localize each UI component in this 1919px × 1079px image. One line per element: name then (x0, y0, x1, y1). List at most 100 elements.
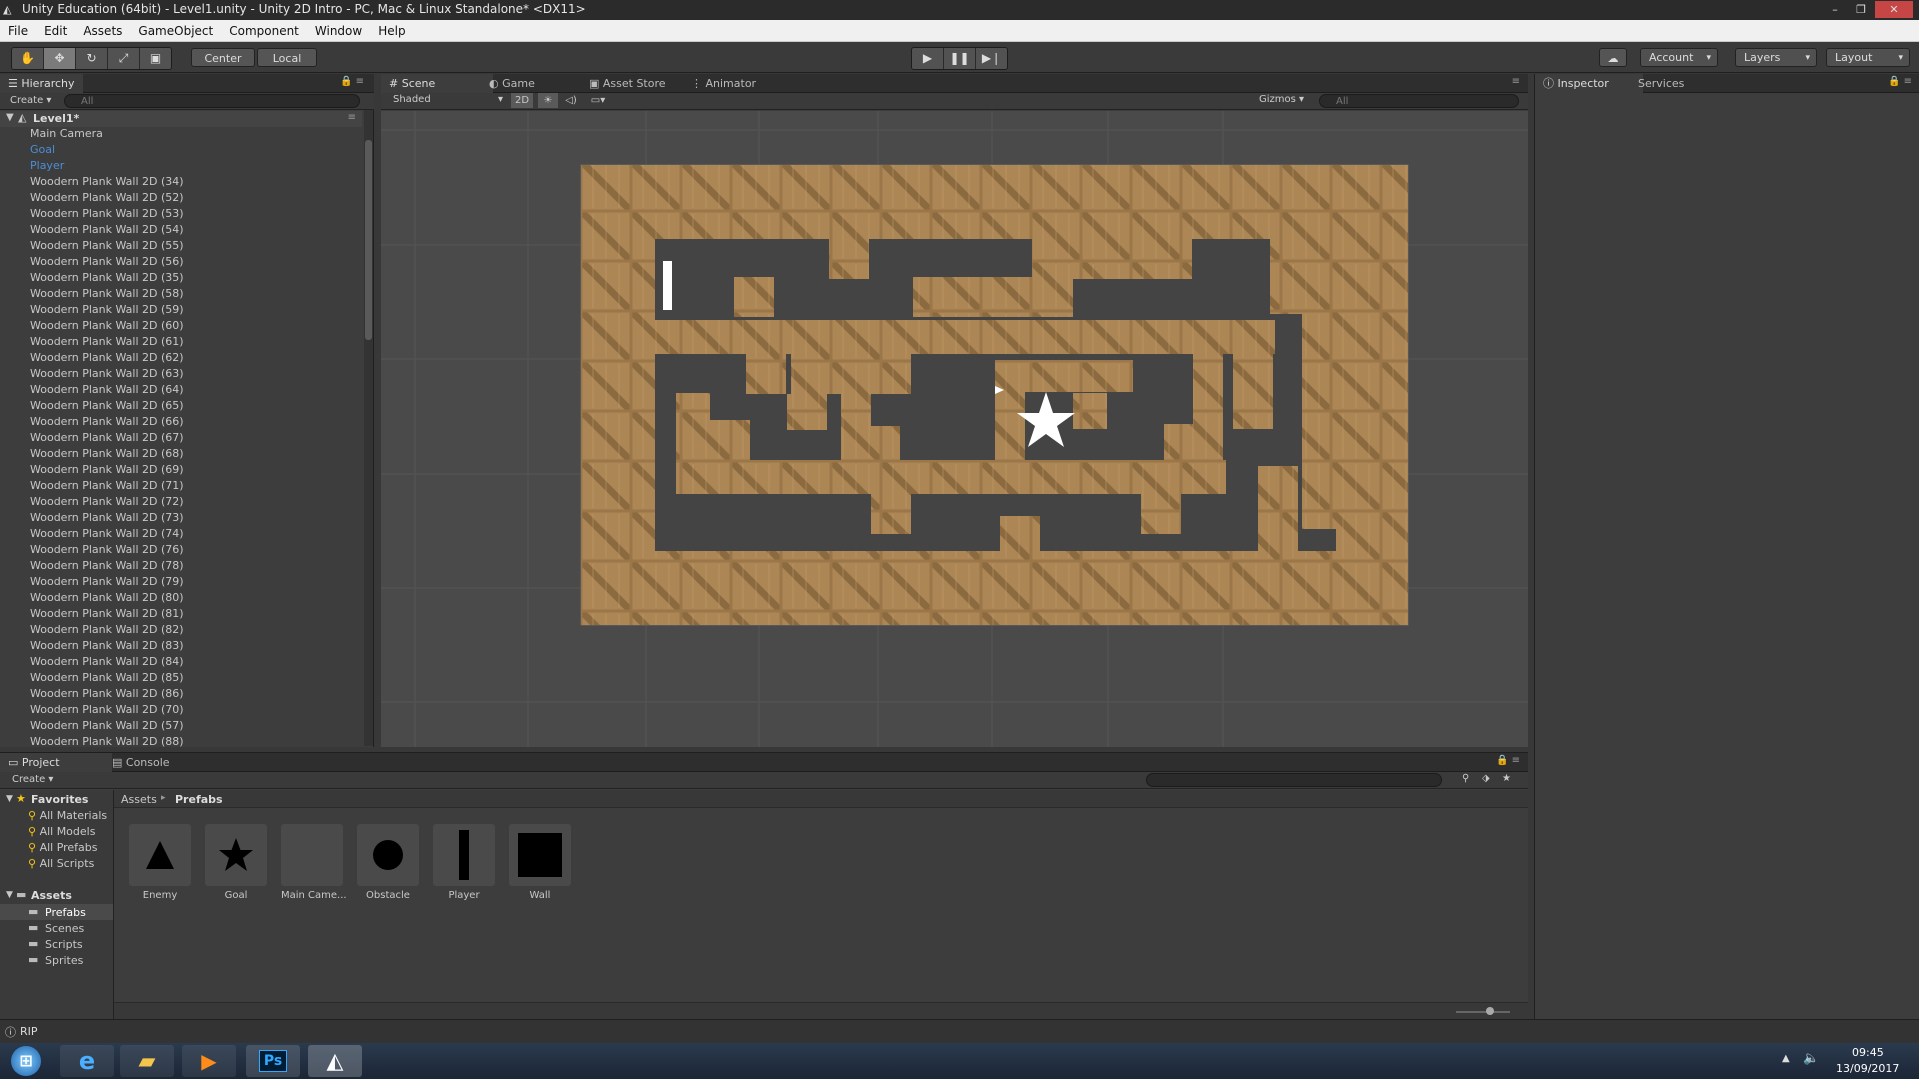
step-icon[interactable]: ▶❘ (976, 48, 1007, 69)
hierarchy-item[interactable]: Woodern Plank Wall 2D (53) (30, 207, 184, 220)
tab-animator[interactable]: ⋮ Animator (683, 74, 764, 93)
hierarchy-create-button[interactable]: Create ▾ (10, 95, 51, 106)
scene-viewport[interactable] (381, 111, 1528, 747)
pivot-center-button[interactable]: Center (191, 48, 255, 67)
media-player-icon[interactable]: ▶ (182, 1045, 236, 1077)
hierarchy-item[interactable]: Woodern Plank Wall 2D (62) (30, 351, 184, 364)
gizmos-dropdown[interactable]: Gizmos ▾ (1259, 94, 1304, 105)
hierarchy-item[interactable]: Woodern Plank Wall 2D (74) (30, 527, 184, 540)
hierarchy-item[interactable]: Woodern Plank Wall 2D (56) (30, 255, 184, 268)
hierarchy-item[interactable]: Woodern Plank Wall 2D (67) (30, 431, 184, 444)
unity-taskbar-icon[interactable]: ◭ (308, 1045, 362, 1077)
account-dropdown[interactable]: Account (1640, 48, 1718, 67)
hierarchy-item[interactable]: Woodern Plank Wall 2D (68) (30, 447, 184, 460)
pause-icon[interactable]: ❚❚ (944, 48, 976, 69)
lighting-icon[interactable]: ☀ (538, 93, 558, 108)
tab-asset-store[interactable]: ▣ Asset Store (581, 74, 674, 93)
hierarchy-item[interactable]: Woodern Plank Wall 2D (66) (30, 415, 184, 428)
tab-scene[interactable]: # Scene (381, 74, 493, 93)
folder-item[interactable]: ▬ Scenes (0, 920, 113, 936)
hierarchy-item[interactable]: Woodern Plank Wall 2D (54) (30, 223, 184, 236)
tab-hierarchy[interactable]: ☰ Hierarchy (0, 74, 83, 93)
scene-menu-icon[interactable]: ≡ (348, 112, 356, 123)
shading-dropdown[interactable]: Shaded ▾ (393, 94, 503, 105)
filter-label-icon[interactable]: ⬗ (1482, 773, 1490, 784)
folder-item[interactable]: ▬ Sprites (0, 952, 113, 968)
menu-window[interactable]: Window (307, 24, 370, 38)
hierarchy-item[interactable]: Woodern Plank Wall 2D (78) (30, 559, 184, 572)
hierarchy-item[interactable]: Woodern Plank Wall 2D (82) (30, 623, 184, 636)
asset-item[interactable]: Enemy (129, 824, 191, 901)
volume-icon[interactable]: 🔈 (1803, 1051, 1819, 1066)
rotate-tool-icon[interactable]: ↻ (76, 48, 108, 69)
menu-edit[interactable]: Edit (36, 24, 75, 38)
scale-tool-icon[interactable]: ⤢ (108, 48, 140, 69)
asset-item[interactable]: Wall (509, 824, 571, 901)
assets-arrow-icon[interactable]: ▼ (6, 890, 13, 900)
clock-date[interactable]: 13/09/2017 (1836, 1062, 1899, 1075)
layers-dropdown[interactable]: Layers (1735, 48, 1817, 67)
filter-type-icon[interactable]: ⚲ (1462, 773, 1469, 784)
pivot-local-button[interactable]: Local (257, 48, 317, 67)
player-sprite[interactable] (663, 261, 672, 310)
hand-tool-icon[interactable]: ✋ (12, 48, 44, 69)
hierarchy-item[interactable]: Woodern Plank Wall 2D (59) (30, 303, 184, 316)
hierarchy-item[interactable]: Woodern Plank Wall 2D (70) (30, 703, 184, 716)
hierarchy-item[interactable]: Woodern Plank Wall 2D (72) (30, 495, 184, 508)
hierarchy-item[interactable]: Woodern Plank Wall 2D (73) (30, 511, 184, 524)
scene-canvas[interactable] (381, 111, 1528, 747)
effects-icon[interactable]: ▭▾ (584, 93, 612, 108)
inspector-menu-icon[interactable]: 🔒 ≡ (1888, 76, 1912, 87)
asset-item[interactable]: Obstacle (357, 824, 419, 901)
hierarchy-item[interactable]: Woodern Plank Wall 2D (60) (30, 319, 184, 332)
expand-arrow-icon[interactable]: ▼ (6, 112, 14, 123)
scene-search-input[interactable]: All (1319, 94, 1519, 108)
favorites-arrow-icon[interactable]: ▼ (6, 794, 13, 804)
clock-time[interactable]: 09:45 (1852, 1046, 1884, 1059)
hierarchy-item[interactable]: Woodern Plank Wall 2D (86) (30, 687, 184, 700)
zoom-slider-thumb[interactable] (1486, 1007, 1494, 1015)
project-search-input[interactable] (1146, 773, 1442, 787)
hierarchy-item[interactable]: Woodern Plank Wall 2D (71) (30, 479, 184, 492)
2d-toggle-button[interactable]: 2D (511, 93, 533, 108)
hierarchy-item[interactable]: Woodern Plank Wall 2D (65) (30, 399, 184, 412)
play-icon[interactable]: ▶ (912, 48, 944, 69)
menu-help[interactable]: Help (370, 24, 413, 38)
hierarchy-item[interactable]: Goal (30, 143, 55, 156)
breadcrumb-prefabs[interactable]: Prefabs (175, 793, 223, 806)
favorite-item[interactable]: ⚲ All Models (28, 825, 95, 838)
hierarchy-item[interactable]: Player (30, 159, 64, 172)
photoshop-icon[interactable]: Ps (246, 1045, 300, 1077)
project-menu-icon[interactable]: 🔒 ≡ (1496, 755, 1520, 766)
tab-project[interactable]: ▭ Project (0, 753, 112, 772)
menu-assets[interactable]: Assets (75, 24, 130, 38)
hierarchy-item[interactable]: Woodern Plank Wall 2D (64) (30, 383, 184, 396)
hierarchy-item[interactable]: Woodern Plank Wall 2D (81) (30, 607, 184, 620)
file-explorer-icon[interactable]: ▰ (120, 1045, 174, 1077)
scene-root-row[interactable]: ▼ ◭ Level1* ≡ (0, 111, 362, 127)
layout-dropdown[interactable]: Layout (1826, 48, 1910, 67)
favorite-item[interactable]: ⚲ All Prefabs (28, 841, 98, 854)
hierarchy-item[interactable]: Woodern Plank Wall 2D (84) (30, 655, 184, 668)
hierarchy-item[interactable]: Woodern Plank Wall 2D (34) (30, 175, 184, 188)
hierarchy-scrollbar[interactable] (364, 110, 373, 746)
asset-item[interactable]: Goal (205, 824, 267, 901)
hierarchy-item[interactable]: Woodern Plank Wall 2D (58) (30, 287, 184, 300)
tab-game[interactable]: ◐ Game (481, 74, 543, 93)
panel-menu-icon[interactable]: 🔒 ≡ (340, 76, 364, 87)
asset-item[interactable]: Player (433, 824, 495, 901)
folder-item[interactable]: ▬ Prefabs (0, 904, 113, 920)
menu-file[interactable]: File (0, 24, 36, 38)
tab-inspector[interactable]: ⓘ Inspector (1535, 74, 1643, 93)
rect-tool-icon[interactable]: ▣ (140, 48, 171, 69)
hierarchy-item[interactable]: Woodern Plank Wall 2D (76) (30, 543, 184, 556)
maximize-button[interactable]: ❐ (1849, 1, 1873, 18)
favorite-star-icon[interactable]: ★ (1502, 773, 1511, 784)
hierarchy-item[interactable]: Woodern Plank Wall 2D (80) (30, 591, 184, 604)
hierarchy-item[interactable]: Woodern Plank Wall 2D (83) (30, 639, 184, 652)
hierarchy-item[interactable]: Woodern Plank Wall 2D (35) (30, 271, 184, 284)
favorite-item[interactable]: ⚲ All Scripts (28, 857, 94, 870)
folder-item[interactable]: ▬ Scripts (0, 936, 113, 952)
asset-item[interactable]: Main Came... (281, 824, 347, 901)
menu-gameobject[interactable]: GameObject (130, 24, 221, 38)
